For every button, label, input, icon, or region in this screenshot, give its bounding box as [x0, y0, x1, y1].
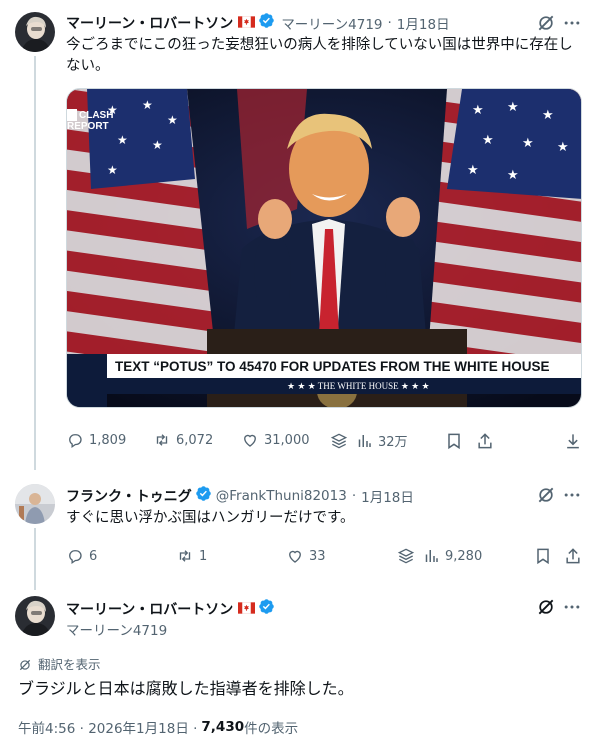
like-count: 33: [309, 548, 326, 564]
avatar[interactable]: [15, 12, 55, 52]
avatar[interactable]: [15, 596, 55, 636]
translate-link[interactable]: 翻訳を表示: [18, 654, 101, 673]
author-handle[interactable]: マーリーン4719: [281, 13, 382, 33]
like-button[interactable]: 31,000: [241, 431, 310, 449]
like-count: 31,000: [264, 432, 310, 448]
repost-button[interactable]: 6,072: [153, 431, 213, 449]
svg-text:★: ★: [117, 133, 128, 147]
separator-dot: ·: [351, 487, 357, 504]
author-handle[interactable]: マーリーン4719: [66, 619, 167, 639]
tweet-media[interactable]: ★★★ ★★★ ★★★ ★★★ ★★ CLASH REPORT: [66, 88, 582, 408]
thread-connector: [34, 528, 36, 590]
views-button[interactable]: 32万: [355, 431, 408, 450]
share-icon[interactable]: [475, 431, 495, 451]
separator-dot: ·: [387, 14, 392, 31]
tweet-header: マーリーン・ロバートソン マーリーン4719 · 1月18日: [66, 12, 450, 33]
media-logo-bottom: REPORT: [67, 121, 109, 132]
like-button[interactable]: 33: [286, 547, 326, 565]
author-name[interactable]: マーリーン・ロバートソン: [66, 13, 233, 33]
views-button[interactable]: 9,280: [422, 547, 482, 565]
canada-flag-icon: [233, 13, 256, 32]
repost-icon: [179, 550, 191, 562]
svg-text:★: ★: [472, 103, 484, 118]
svg-text:★: ★: [107, 163, 118, 177]
reply-icon: [69, 434, 82, 449]
svg-text:★: ★: [542, 108, 554, 123]
repost-count: 6,072: [176, 432, 214, 448]
grok-stack-icon[interactable]: [396, 546, 416, 566]
svg-text:★: ★: [167, 113, 178, 127]
bookmark-icon[interactable]: [444, 431, 464, 451]
main-tweet-text: ブラジルと日本は腐敗した指導者を排除した。: [18, 679, 354, 698]
svg-text:★: ★: [557, 140, 569, 155]
avatar[interactable]: [15, 484, 55, 524]
more-icon[interactable]: [562, 13, 582, 33]
tweet-header: マーリーン・ロバートソン: [66, 598, 275, 619]
reply-button[interactable]: 1,809: [66, 431, 126, 449]
download-icon[interactable]: [563, 431, 583, 451]
bookmark-icon[interactable]: [533, 546, 553, 566]
translate-icon: [18, 657, 32, 671]
svg-text:★: ★: [522, 136, 534, 151]
repost-count: 1: [199, 548, 208, 564]
svg-text:★: ★: [507, 100, 519, 115]
media-banner-sub: ★ ★ ★ THE WHITE HOUSE ★ ★ ★: [287, 381, 430, 391]
more-icon[interactable]: [562, 485, 582, 505]
tweet-timestamp[interactable]: 午前4:56 · 2026年1月18日 ·: [18, 717, 197, 737]
svg-text:★: ★: [142, 98, 153, 112]
author-name[interactable]: マーリーン・ロバートソン: [66, 599, 233, 619]
repost-button[interactable]: 1: [176, 547, 207, 565]
view-count: 7,430: [201, 719, 245, 735]
analytics-icon: [425, 550, 438, 562]
reply-count: 6: [89, 548, 98, 564]
translate-label: 翻訳を表示: [38, 657, 101, 672]
media-banner-text: TEXT “POTUS” TO 45470 FOR UPDATES FROM T…: [115, 359, 550, 374]
tweet-header: フランク・トゥニグ @FrankThuni82013 · 1月18日: [66, 485, 414, 506]
author-handle[interactable]: @FrankThuni82013: [216, 488, 347, 504]
grok-stack-icon[interactable]: [329, 431, 349, 451]
view-count: 9,280: [445, 548, 483, 564]
grok-icon[interactable]: [536, 13, 556, 33]
reply-icon: [69, 550, 82, 565]
reply-count: 1,809: [89, 432, 127, 448]
svg-text:★: ★: [152, 138, 163, 152]
view-count: 32万: [378, 435, 408, 450]
grok-icon[interactable]: [536, 597, 556, 617]
more-icon[interactable]: [562, 597, 582, 617]
tweet-text: 今ごろまでにこの狂った妄想狂いの病人を排除していない国は世界中に存在しない。: [66, 37, 573, 74]
heart-icon: [289, 550, 301, 563]
grok-icon[interactable]: [536, 485, 556, 505]
thread-connector: [34, 56, 36, 470]
svg-text:★: ★: [467, 163, 479, 178]
verified-badge-icon: [255, 598, 275, 619]
tweet-date[interactable]: 1月18日: [397, 13, 450, 33]
svg-text:★: ★: [507, 168, 519, 183]
svg-text:★: ★: [482, 133, 494, 148]
verified-badge-icon: [192, 485, 212, 506]
repost-icon: [156, 434, 168, 446]
verified-badge-icon: [255, 12, 275, 33]
share-icon[interactable]: [563, 546, 583, 566]
tweet-meta: 午前4:56 · 2026年1月18日 · 7,430 件の表示: [18, 717, 298, 737]
media-logo-top: CLASH: [79, 110, 113, 121]
tweet-date[interactable]: 1月18日: [361, 486, 414, 506]
analytics-icon: [358, 434, 371, 447]
author-name[interactable]: フランク・トゥニグ: [66, 486, 192, 506]
canada-flag-icon: [233, 599, 256, 618]
views-label: 件の表示: [244, 721, 299, 737]
tweet-text: すぐに思い浮かぶ国はハンガリーだけです。: [66, 510, 355, 526]
heart-icon: [244, 434, 256, 447]
reply-button[interactable]: 6: [66, 547, 97, 565]
